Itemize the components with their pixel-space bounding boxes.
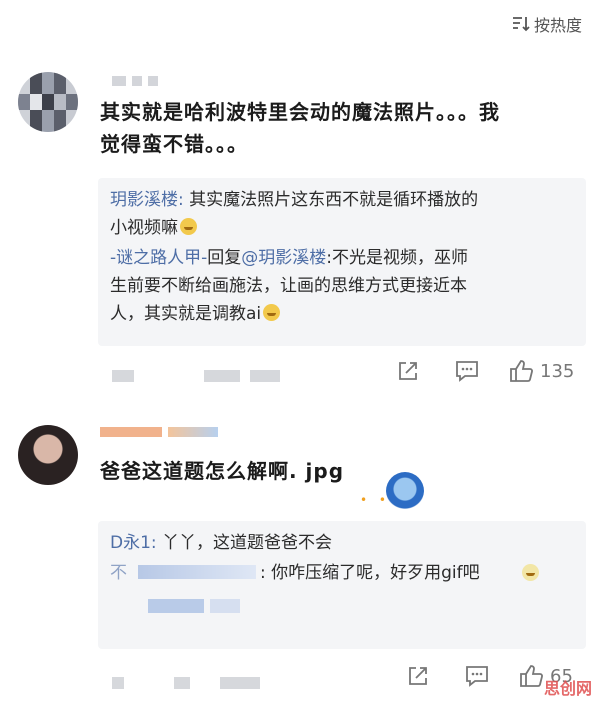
comment-button[interactable]	[464, 664, 490, 688]
reply-item[interactable]: 不 : 你咋压缩了呢，好歹用gif吧	[110, 559, 574, 587]
emoji-icon	[180, 218, 197, 235]
comment-text: 爸爸这道题怎么解啊. jpg	[100, 459, 345, 483]
reply-box[interactable]: D永1: 丫丫，这道题爸爸不会 不 : 你咋压缩了呢，好歹用gif吧	[98, 521, 586, 649]
share-icon	[399, 362, 417, 380]
reply-item[interactable]: D永1: 丫丫，这道题爸爸不会	[110, 529, 574, 557]
comment-page: 按热度 其实就是哈利波特里会动的魔法照片。。。我 觉得蛮不错。。。 玥影溪楼: …	[0, 0, 596, 701]
like-icon	[520, 665, 543, 687]
comment-icon	[456, 361, 478, 382]
share-button[interactable]	[406, 664, 430, 688]
reply-username[interactable]: 不	[110, 563, 127, 583]
reply-text: 丫丫，这道题爸爸不会	[156, 533, 333, 553]
like-count: 135	[540, 360, 575, 382]
comment-meta-blurred	[112, 370, 280, 382]
comment-item: 爸爸这道题怎么解啊. jpg • • • D永1: 丫丫，这道题爸爸不会 不 :…	[0, 395, 596, 701]
reply-username[interactable]: 玥影溪楼:	[110, 190, 184, 210]
reply-item[interactable]: 玥影溪楼: 其实魔法照片这东西不就是循环播放的 小视频嘛	[110, 186, 574, 242]
comment-icon	[466, 666, 488, 687]
username-blurred[interactable]	[112, 76, 158, 88]
like-icon	[510, 360, 533, 382]
reply-text: 生前要不断给画施法，让画的思维方式更接近本	[110, 276, 467, 296]
reply-username[interactable]: -谜之路人甲-	[110, 248, 207, 268]
avatar[interactable]	[18, 425, 78, 485]
reply-box[interactable]: 玥影溪楼: 其实魔法照片这东西不就是循环播放的 小视频嘛 -谜之路人甲-回复@玥…	[98, 178, 586, 346]
comment-text-line: 其实就是哈利波特里会动的魔法照片。。。我	[100, 100, 500, 124]
reply-username[interactable]: D永1:	[110, 533, 157, 553]
like-button[interactable]: 135	[508, 358, 574, 384]
share-button[interactable]	[396, 359, 420, 383]
reply-text: 其实魔法照片这东西不就是循环播放的	[183, 190, 479, 210]
reply-text: : 你咋压缩了呢，好歹用gif吧	[260, 563, 480, 583]
avatar[interactable]	[18, 72, 78, 132]
watermark: 思创网	[543, 679, 592, 698]
username-blurred[interactable]	[100, 427, 218, 439]
comment-text: 其实就是哈利波特里会动的魔法照片。。。我 觉得蛮不错。。。	[100, 96, 590, 160]
comment-meta-blurred	[112, 677, 260, 689]
comment-item: 其实就是哈利波特里会动的魔法照片。。。我 觉得蛮不错。。。 玥影溪楼: 其实魔法…	[0, 0, 596, 395]
emoji-icon	[522, 564, 539, 581]
emoji-icon	[263, 304, 281, 321]
reply-text: :不光是视频，巫师	[326, 248, 469, 268]
comment-actions: 135	[396, 358, 574, 384]
reply-text: 人，其实就是调教ai	[110, 304, 262, 324]
reply-mention[interactable]: @玥影溪楼	[241, 248, 326, 268]
comment-button[interactable]	[454, 359, 480, 383]
reply-item[interactable]: -谜之路人甲-回复@玥影溪楼:不光是视频，巫师 生前要不断给画施法，让画的思维方…	[110, 244, 574, 328]
reply-blurred-line	[110, 589, 574, 623]
share-icon	[409, 667, 427, 685]
reply-verb: 回复	[207, 248, 242, 268]
emoji-icon	[386, 472, 424, 510]
reply-username-blurred	[138, 565, 256, 579]
comment-text-line: 觉得蛮不错。。。	[100, 132, 248, 156]
reply-text: 小视频嘛	[110, 218, 178, 238]
